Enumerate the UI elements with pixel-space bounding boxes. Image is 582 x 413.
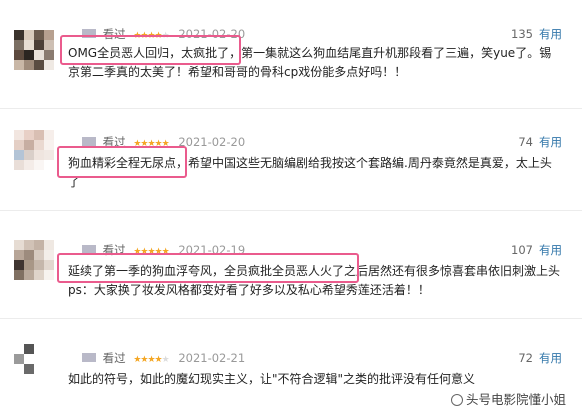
useful-button[interactable]: 有用 bbox=[539, 27, 562, 41]
watermark-text: 头号电影院懂小姐 bbox=[465, 392, 566, 407]
username[interactable] bbox=[82, 137, 96, 146]
vote-area: 107 有用 bbox=[511, 242, 562, 258]
avatar[interactable] bbox=[14, 344, 54, 384]
highlight-box bbox=[57, 253, 359, 283]
useful-button[interactable]: 有用 bbox=[539, 243, 562, 257]
vote-count: 135 bbox=[511, 27, 533, 41]
vote-count: 72 bbox=[518, 351, 533, 365]
highlight-box bbox=[57, 146, 187, 178]
vote-area: 72 有用 bbox=[518, 350, 562, 366]
review-date: 2021-02-20 bbox=[178, 135, 246, 149]
avatar[interactable] bbox=[14, 30, 54, 70]
watched-label: 看过 bbox=[102, 351, 126, 365]
useful-button[interactable]: 有用 bbox=[539, 135, 562, 149]
avatar[interactable] bbox=[14, 240, 54, 280]
divider bbox=[0, 108, 582, 109]
vote-count: 107 bbox=[511, 243, 533, 257]
watermark: 头号电影院懂小姐 bbox=[448, 388, 568, 409]
vote-area: 74 有用 bbox=[518, 134, 562, 150]
review-text: 如此的符号，如此的魔幻现实主义，让"不符合逻辑"之类的批评没有任何意义 bbox=[68, 371, 573, 387]
rating-stars: ★★★★★ bbox=[133, 355, 169, 365]
username[interactable] bbox=[82, 353, 96, 362]
divider bbox=[0, 210, 582, 211]
review-item: 看过 ★★★★★ 2021-02-20 135 有用 OMG全员恶人回归，太疯批了… bbox=[0, 0, 582, 100]
vote-count: 74 bbox=[518, 135, 533, 149]
review-date: 2021-02-21 bbox=[178, 351, 246, 365]
review-meta: 看过 ★★★★★ 2021-02-21 bbox=[82, 350, 245, 366]
review-line: 如此的符号，如此的魔幻现实主义，让"不符合逻辑"之类的批评没有任何意义 bbox=[68, 372, 476, 386]
review-line: 京第二季真的太美了！希望和哥哥的骨科cp戏份能多点好吗！！ bbox=[68, 65, 407, 79]
useful-button[interactable]: 有用 bbox=[539, 351, 562, 365]
watermark-logo-icon bbox=[450, 394, 463, 406]
vote-area: 135 有用 bbox=[511, 26, 562, 42]
divider bbox=[0, 318, 582, 319]
highlight-box bbox=[60, 35, 241, 65]
avatar[interactable] bbox=[14, 130, 54, 170]
review-line: ps：大家换了妆发风格都变好看了好多以及私心希望秀莲还活着！！ bbox=[68, 283, 430, 297]
